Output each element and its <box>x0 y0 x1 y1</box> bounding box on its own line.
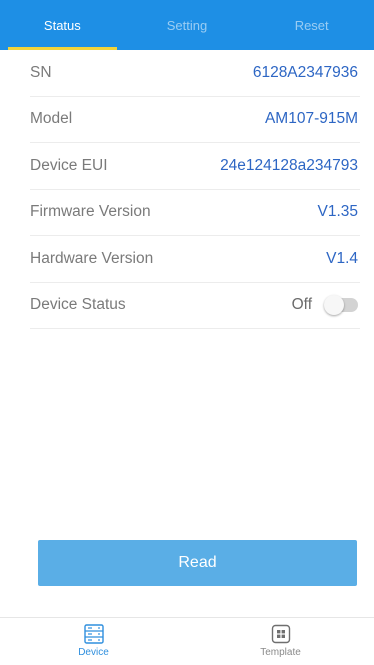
tab-status[interactable]: Status <box>0 0 125 50</box>
device-icon <box>83 624 104 644</box>
device-eui-value: 24e124128a234793 <box>220 156 358 174</box>
read-button[interactable]: Read <box>38 540 357 586</box>
template-icon <box>271 624 290 644</box>
status-list: SN 6128A2347936 Model AM107-915M Device … <box>0 50 374 329</box>
device-status-value: Off <box>291 296 312 314</box>
model-value: AM107-915M <box>264 110 358 128</box>
tab-status-label: Status <box>43 17 81 33</box>
row-device-eui: Device EUI 24e124128a234793 <box>30 143 360 190</box>
nav-device[interactable]: Device <box>0 618 187 665</box>
hardware-version-value: V1.4 <box>326 249 358 267</box>
sn-label: SN <box>30 63 52 81</box>
bottom-nav: Device Template <box>0 617 374 665</box>
device-status-toggle[interactable] <box>324 295 358 316</box>
row-model: Model AM107-915M <box>30 97 360 143</box>
toggle-knob <box>324 295 344 316</box>
tab-reset[interactable]: Reset <box>249 0 374 50</box>
top-tab-bar: Status Setting Reset <box>0 0 374 50</box>
row-device-status: Device Status Off <box>30 283 360 329</box>
device-status-label: Device Status <box>30 296 126 314</box>
read-button-label: Read <box>178 554 217 571</box>
nav-device-label: Device <box>78 647 109 658</box>
tab-reset-label: Reset <box>294 17 329 33</box>
nav-template-label: Template <box>260 647 301 658</box>
tab-setting[interactable]: Setting <box>125 0 250 50</box>
nav-template[interactable]: Template <box>187 618 374 665</box>
device-eui-label: Device EUI <box>30 156 108 174</box>
sn-value: 6128A2347936 <box>252 63 358 81</box>
device-status-control: Off <box>291 295 360 316</box>
row-hardware-version: Hardware Version V1.4 <box>30 236 360 283</box>
model-label: Model <box>30 110 73 128</box>
hardware-version-label: Hardware Version <box>30 249 154 267</box>
row-sn: SN 6128A2347936 <box>30 50 360 97</box>
firmware-version-value: V1.35 <box>317 203 358 221</box>
firmware-version-label: Firmware Version <box>30 203 151 221</box>
row-firmware-version: Firmware Version V1.35 <box>30 190 360 236</box>
tab-setting-label: Setting <box>166 17 208 33</box>
